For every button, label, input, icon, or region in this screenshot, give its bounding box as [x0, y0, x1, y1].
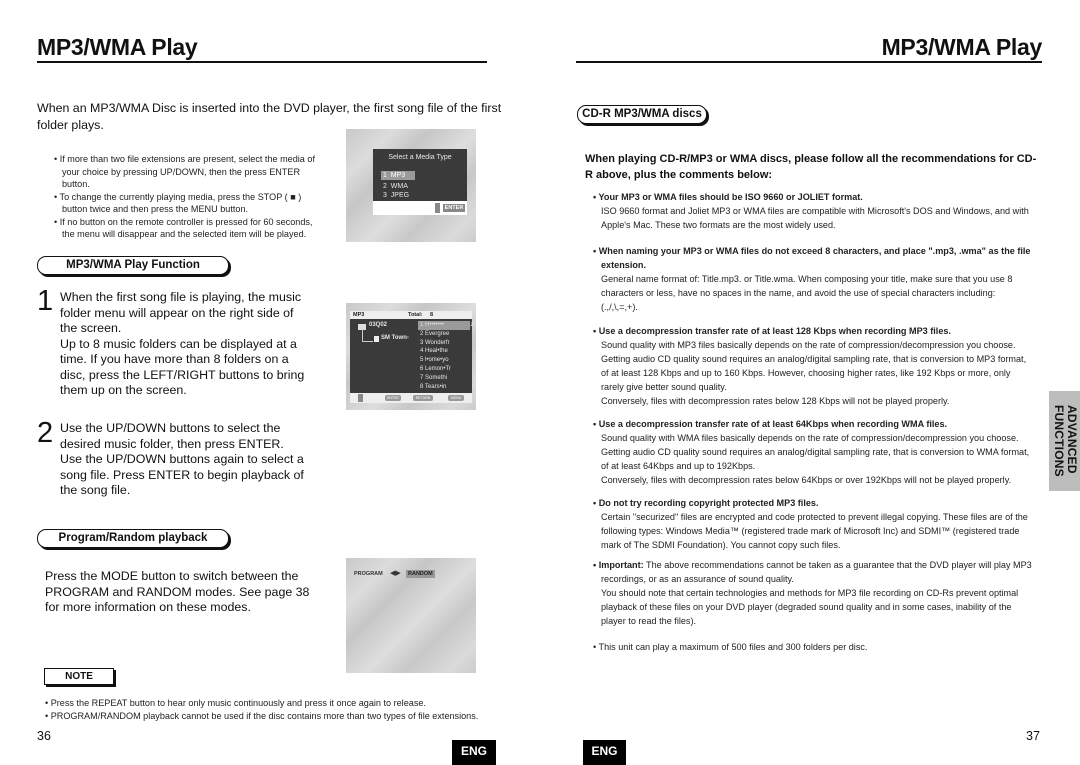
recommendation-body: Sound quality with MP3 files basically d… [601, 340, 1027, 392]
media-type-footer: ENTER [373, 201, 467, 215]
media-bullet: • If no button on the remote controller … [54, 216, 313, 240]
program-label[interactable]: PROGRAM [354, 571, 383, 577]
note-label: NOTE [44, 668, 114, 685]
option-num: 2 [383, 183, 387, 190]
folder-osd-header: MP3 Total: 8 [350, 311, 472, 319]
file-item[interactable]: 8 Tears•in [418, 383, 470, 392]
random-label[interactable]: RANDOM [406, 570, 435, 578]
side-tab-line-2: FUNCTIONS [1052, 405, 1066, 477]
file-item[interactable]: 4 Heal•the [418, 347, 470, 356]
side-tab-label: ADVANCED FUNCTIONS [1052, 405, 1079, 477]
media-bullet: • If more than two file extensions are p… [54, 154, 315, 189]
menu-button[interactable]: MENU [448, 395, 464, 401]
music-note-icon: ♪ [470, 321, 474, 328]
enter-button[interactable]: ENTER [385, 395, 401, 401]
file-item[interactable]: 5 l•ome•yo [418, 356, 470, 365]
recommendation-heading: • Use a decompression transfer rate of a… [593, 419, 948, 429]
option-num: 3 [383, 192, 387, 199]
left-right-arrows-icon: ◀▶ [390, 570, 401, 577]
recommendation-body: General name format of: Title.mp3. or Ti… [601, 274, 1013, 312]
important-label: • Important: [593, 560, 644, 570]
recommendation-heading: • Your MP3 or WMA files should be ISO 96… [593, 192, 863, 202]
left-title-rule [37, 61, 487, 63]
mode-label: MP3 [353, 312, 365, 318]
recommendation-item: • Do not try recording copyright protect… [593, 496, 1033, 552]
option-label: WMA [390, 183, 408, 190]
folder-osd: MP3 Total: 8 03Q02 SM Town- 1 H••••••• 2… [350, 311, 474, 403]
folder-osd-footer: ENTER RETURN MENU [350, 393, 472, 403]
media-option-mp3[interactable]: 1 MP3 [381, 171, 415, 180]
right-page-number: 37 [1026, 729, 1040, 743]
enter-button[interactable]: ENTER [443, 204, 465, 212]
recommendation-body: ISO 9660 format and Joliet MP3 or WMA fi… [601, 206, 1029, 230]
side-tab-line-1: ADVANCED [1065, 405, 1079, 474]
up-down-arrows-icon [435, 203, 440, 213]
note-item: • Press the REPEAT button to hear only m… [45, 698, 426, 708]
advanced-functions-tab: ADVANCED FUNCTIONS [1049, 391, 1080, 491]
recommendation-item: • Your MP3 or WMA files should be ISO 96… [593, 190, 1033, 232]
file-item[interactable]: 2 Evergree [418, 330, 470, 339]
section-title-program-random: Program/Random playback [37, 529, 229, 548]
option-num: 1 [383, 172, 387, 179]
section-title-cdr: CD-R MP3/WMA discs [577, 105, 707, 124]
important-item: • Important: The above recommendations c… [593, 558, 1033, 628]
step-1-paragraph-2: Up to 8 music folders can be displayed a… [60, 336, 305, 398]
recommendation-heading: • When naming your MP3 or WMA files do n… [593, 246, 1031, 270]
step-number-2: 2 [37, 417, 54, 449]
max-files-note: • This unit can play a maximum of 500 fi… [593, 642, 868, 652]
total-value: 8 [430, 312, 434, 318]
media-type-screen: Select a Media Type 1 MP3 2 WMA 3 JPEG E… [346, 129, 476, 242]
recommendation-item: • Use a decompression transfer rate of a… [593, 324, 1033, 408]
recommendation-body: Conversely, files with decompression rat… [601, 475, 1012, 485]
media-type-osd: Select a Media Type 1 MP3 2 WMA 3 JPEG [373, 149, 467, 201]
step-1-text: When the first song file is playing, the… [60, 290, 310, 399]
recommendation-item: • When naming your MP3 or WMA files do n… [593, 244, 1033, 314]
folder-name[interactable]: 03Q02 [369, 322, 387, 328]
step-number-1: 1 [37, 285, 54, 317]
file-item[interactable]: 6 Lemon•Tr [418, 365, 470, 374]
right-page-title: MP3/WMA Play [881, 34, 1043, 60]
file-item[interactable]: 1 H••••••• [418, 321, 470, 330]
file-list: 1 H••••••• 2 Evergree 3 Wonderfr 4 Heal•… [418, 321, 470, 391]
option-label: MP3 [390, 172, 406, 179]
recommendation-body: Certain "securized" files are encrypted … [601, 512, 1028, 550]
section-title-play-function: MP3/WMA Play Function [37, 256, 229, 275]
step-1-paragraph: When the first song file is playing, the… [60, 290, 302, 335]
lang-badge-right: ENG [583, 740, 626, 765]
media-bullet: • To change the currently playing media,… [54, 191, 302, 215]
important-text: The above recommendations cannot be take… [601, 560, 1032, 584]
program-random-screen: PROGRAM ◀▶ RANDOM [346, 558, 476, 673]
step-2-text: Use the UP/DOWN buttons to select the de… [60, 421, 304, 497]
right-intro: When playing CD-R/MP3 or WMA discs, plea… [585, 153, 1037, 181]
file-item[interactable]: 7 Somethi [418, 374, 470, 383]
right-title-rule [576, 61, 1042, 63]
program-random-text: Press the MODE button to switch between … [45, 569, 310, 614]
media-option-wma[interactable]: 2 WMA [383, 182, 408, 191]
cdr-recommendations: • Your MP3 or WMA files should be ISO 96… [593, 190, 1033, 654]
notes: • Press the REPEAT button to hear only m… [45, 697, 535, 722]
media-option-jpeg[interactable]: 3 JPEG [383, 191, 409, 200]
recommendation-heading: • Do not try recording copyright protect… [593, 498, 819, 508]
left-page-number: 36 [37, 729, 51, 743]
left-page-title: MP3/WMA Play [37, 34, 198, 60]
recommendation-item: • Use a decompression transfer rate of a… [593, 417, 1033, 487]
media-bullets: • If more than two file extensions are p… [54, 153, 324, 241]
return-button[interactable]: RETURN [413, 395, 433, 401]
file-item[interactable]: 3 Wonderfr [418, 339, 470, 348]
file-icon [374, 336, 379, 342]
subfolder-name[interactable]: SM Town- [381, 335, 409, 341]
important-body: You should note that certain technologie… [601, 588, 1019, 626]
lang-badge-left: ENG [452, 740, 496, 765]
note-item: • PROGRAM/RANDOM playback cannot be used… [45, 710, 479, 721]
folder-menu-screen: MP3 Total: 8 03Q02 SM Town- 1 H••••••• 2… [346, 303, 476, 410]
total-label: Total: [408, 312, 423, 318]
option-label: JPEG [390, 192, 410, 199]
media-type-heading: Select a Media Type [388, 154, 452, 161]
recommendation-heading: • Use a decompression transfer rate of a… [593, 326, 951, 336]
tree-line [362, 330, 373, 342]
recommendation-body: Conversely, files with decompression rat… [601, 396, 950, 406]
up-down-arrows-icon [358, 394, 363, 402]
recommendation-body: Sound quality with WMA files basically d… [601, 433, 1030, 471]
